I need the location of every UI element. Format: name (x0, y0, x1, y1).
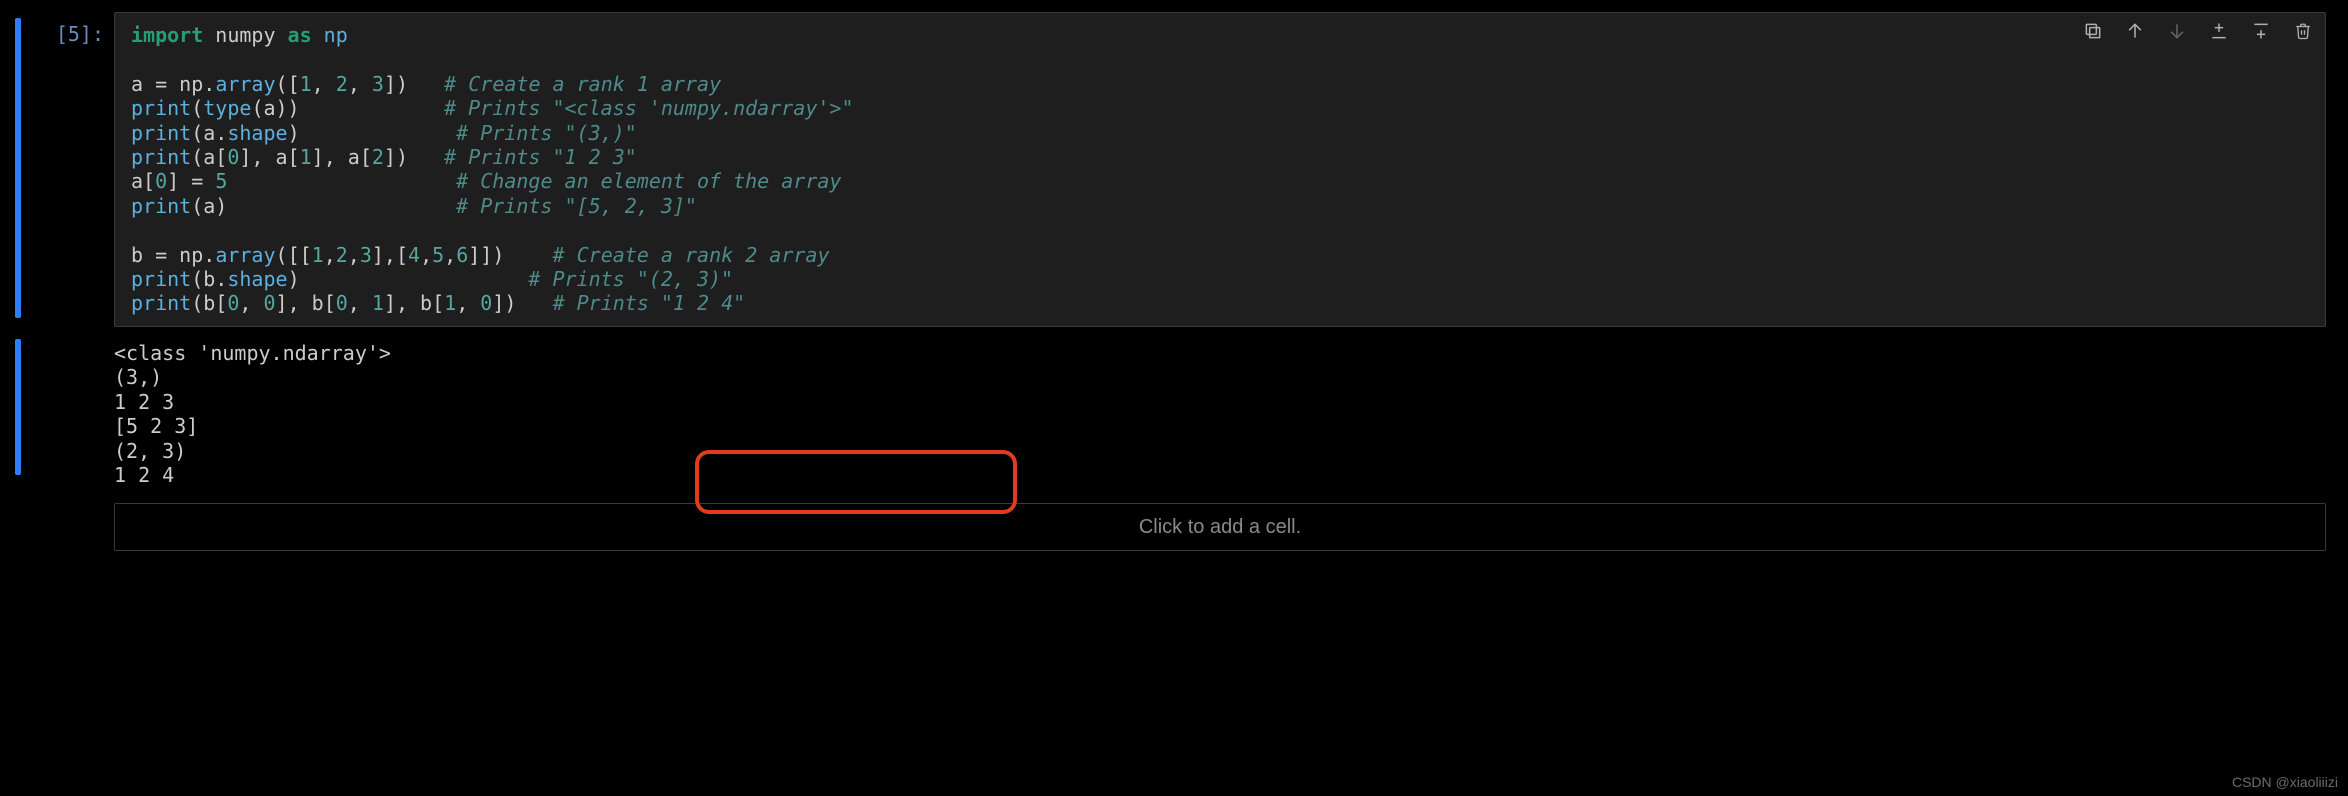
copy-cell-icon[interactable] (2081, 19, 2105, 43)
move-down-icon[interactable] (2165, 19, 2189, 43)
output-row: <class 'numpy.ndarray'> (3,) 1 2 3 [5 2 … (0, 333, 2348, 493)
delete-cell-icon[interactable] (2291, 19, 2315, 43)
code-cell-row: [5]: import numpy as np a = np.array([1,… (0, 12, 2348, 327)
output-gutter (0, 333, 36, 475)
output-indicator (15, 339, 21, 475)
cell-output: <class 'numpy.ndarray'> (3,) 1 2 3 [5 2 … (114, 333, 2326, 493)
code-editor[interactable]: import numpy as np a = np.array([1, 2, 3… (131, 23, 2309, 316)
insert-below-icon[interactable] (2249, 19, 2273, 43)
cell-toolbar (2081, 19, 2315, 43)
cell-gutter (0, 12, 36, 318)
active-cell-indicator (15, 18, 21, 318)
add-cell-label: Click to add a cell. (1139, 516, 1301, 539)
output-prompt (36, 333, 114, 343)
execution-prompt: [5]: (36, 12, 114, 46)
move-up-icon[interactable] (2123, 19, 2147, 43)
output-text: <class 'numpy.ndarray'> (3,) 1 2 3 [5 2 … (114, 341, 2326, 487)
add-cell-row: Click to add a cell. (0, 503, 2348, 551)
watermark: CSDN @xiaoliiizi (2232, 774, 2338, 790)
insert-above-icon[interactable] (2207, 19, 2231, 43)
code-cell[interactable]: import numpy as np a = np.array([1, 2, 3… (114, 12, 2326, 327)
add-cell-button[interactable]: Click to add a cell. (114, 503, 2326, 551)
notebook: [5]: import numpy as np a = np.array([1,… (0, 0, 2348, 796)
